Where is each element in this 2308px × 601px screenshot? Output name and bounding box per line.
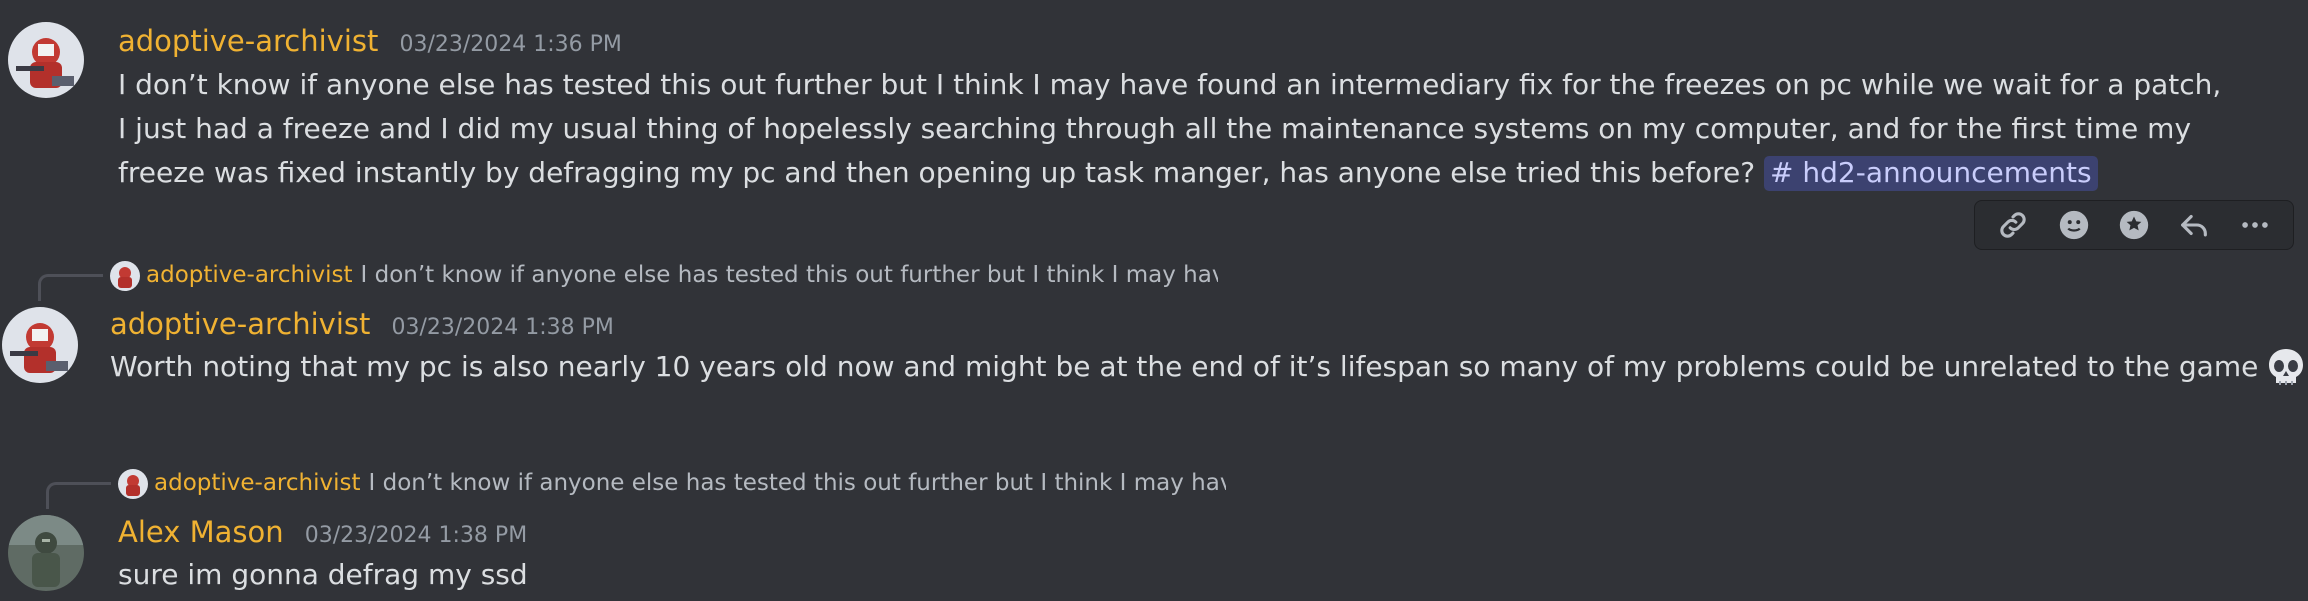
message-header: Alex Mason 03/23/2024 1:38 PM [118, 515, 527, 549]
timestamp: 03/23/2024 1:38 PM [304, 523, 528, 548]
timestamp: 03/23/2024 1:36 PM [399, 32, 622, 57]
reply-spine [46, 482, 111, 509]
message-content: I don’t know if anyone else has tested t… [118, 63, 2228, 195]
chat-message-list: adoptive-archivist 03/23/2024 1:36 PM I … [0, 0, 2308, 601]
reply-preview[interactable]: adoptive-archivist I don’t know if anyone… [110, 258, 1218, 292]
channel-mention[interactable]: # hd2-announcements [1764, 156, 2098, 191]
avatar[interactable] [8, 515, 84, 591]
reply-text: I don’t know if anyone else has tested t… [368, 470, 1227, 496]
reply-avatar [118, 468, 148, 499]
reply-preview[interactable]: adoptive-archivist I don’t know if anyone… [118, 466, 1226, 500]
message-header: adoptive-archivist 03/23/2024 1:38 PM [110, 307, 614, 341]
add-reaction-icon[interactable] [2054, 205, 2094, 245]
message-text: sure im gonna defrag my ssd [118, 558, 528, 591]
username[interactable]: Alex Mason [118, 515, 284, 549]
avatar[interactable] [8, 22, 84, 98]
message-text: Worth noting that my pc is also nearly 1… [110, 350, 2259, 383]
reply-spine [38, 274, 103, 301]
message-action-toolbar [1974, 200, 2294, 250]
reply-avatar [110, 260, 140, 291]
username[interactable]: adoptive-archivist [118, 24, 378, 58]
message-content: Worth noting that my pc is also nearly 1… [110, 345, 2304, 390]
super-reaction-icon[interactable] [2114, 205, 2154, 245]
username[interactable]: adoptive-archivist [110, 307, 370, 341]
message-content: sure im gonna defrag my ssd [118, 553, 2218, 597]
reply-username[interactable]: adoptive-archivist [154, 470, 361, 496]
reply-username[interactable]: adoptive-archivist [146, 262, 353, 288]
more-icon[interactable] [2235, 205, 2275, 245]
reply-icon[interactable] [2174, 205, 2214, 245]
avatar[interactable] [2, 307, 78, 383]
skull-emoji[interactable] [2264, 346, 2308, 390]
link-icon[interactable] [1993, 205, 2033, 245]
message-header: adoptive-archivist 03/23/2024 1:36 PM [118, 24, 622, 58]
timestamp: 03/23/2024 1:38 PM [391, 315, 614, 340]
reply-text: I don’t know if anyone else has tested t… [360, 262, 1219, 288]
